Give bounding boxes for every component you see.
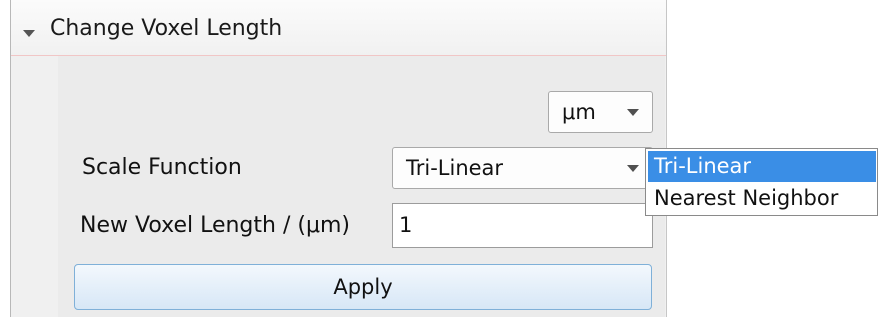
- unit-select-value: μm: [562, 100, 596, 124]
- voxel-length-label: New Voxel Length / (μm): [80, 213, 350, 238]
- dropdown-option-nearest-neighbor[interactable]: Nearest Neighbor: [648, 183, 876, 214]
- scale-function-select[interactable]: Tri-Linear: [392, 147, 653, 189]
- scale-function-dropdown: Tri-Linear Nearest Neighbor: [645, 148, 878, 216]
- voxel-length-value: 1: [399, 213, 413, 237]
- panel-header[interactable]: Change Voxel Length: [11, 0, 666, 56]
- change-voxel-length-panel: Change Voxel Length μm Scale Function Tr…: [10, 0, 667, 317]
- dropdown-option-tri-linear[interactable]: Tri-Linear: [648, 151, 876, 182]
- collapse-arrow-icon[interactable]: [23, 30, 35, 37]
- chevron-down-icon: [627, 165, 639, 172]
- voxel-length-input[interactable]: 1: [392, 203, 653, 248]
- panel-title: Change Voxel Length: [50, 16, 283, 41]
- apply-button[interactable]: Apply: [74, 264, 652, 310]
- scale-function-label: Scale Function: [82, 155, 242, 180]
- unit-select[interactable]: μm: [548, 91, 653, 133]
- scale-function-value: Tri-Linear: [406, 156, 504, 180]
- chevron-down-icon: [627, 109, 639, 116]
